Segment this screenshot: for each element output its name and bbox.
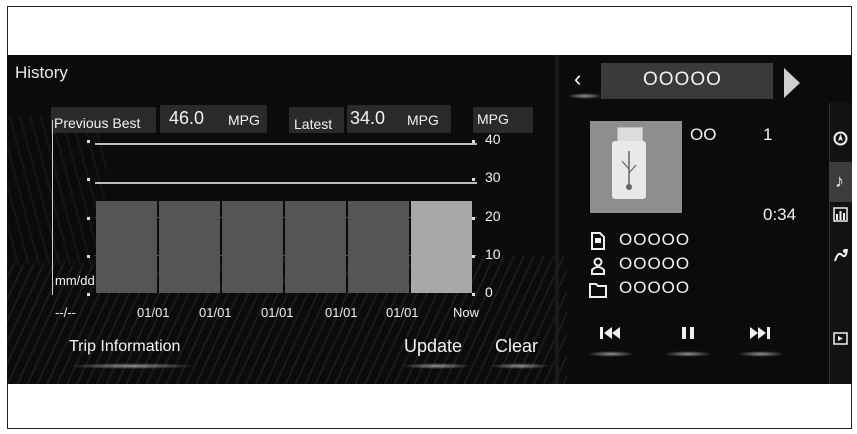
- x-tick-label: 01/01: [325, 305, 358, 320]
- clear-button[interactable]: Clear: [495, 336, 538, 357]
- skip-forward-glow: [737, 351, 785, 357]
- chart-bar: [285, 201, 346, 293]
- chart-bar: [159, 201, 220, 293]
- y-tick-mark-left: [87, 293, 90, 296]
- navigation-icon[interactable]: [833, 131, 848, 151]
- y-tick-mark: [472, 254, 475, 258]
- trip-information-glow: [67, 363, 197, 369]
- y-tick-mark-left: [87, 178, 90, 182]
- song-icon: [590, 232, 606, 255]
- y-tick-label: 30: [485, 169, 501, 186]
- album-name: OOOOO: [619, 278, 691, 297]
- source-title: OOOOO: [643, 69, 722, 90]
- y-axis-unit: MPG: [477, 111, 509, 127]
- song-title: OOOOO: [619, 230, 691, 249]
- artist-icon: [590, 257, 606, 280]
- y-tick-label: 20: [485, 207, 501, 224]
- chart-bar: [96, 201, 157, 293]
- y-tick-mark-left: [87, 254, 90, 258]
- y-tick-label: 40: [485, 131, 501, 147]
- infotainment-screen: History Previous Best 46.0 MPG Latest 34…: [7, 55, 852, 384]
- latest-unit: MPG: [407, 112, 439, 128]
- equalizer-icon[interactable]: [833, 207, 848, 227]
- elapsed-time: 0:34: [763, 205, 797, 224]
- y-tick-label: 0: [485, 284, 493, 300]
- skip-forward-icon[interactable]: [749, 325, 771, 346]
- chevron-right-icon[interactable]: [778, 66, 804, 100]
- x-tick-label: --/--: [55, 305, 76, 320]
- usb-icon: [612, 141, 646, 199]
- folder-icon: [589, 282, 607, 303]
- pause-icon[interactable]: [680, 325, 696, 346]
- x-tick-label: 01/01: [261, 305, 294, 320]
- route-icon[interactable]: [833, 247, 849, 268]
- y-tick-label: 10: [485, 245, 501, 262]
- music-note-icon[interactable]: ♪: [835, 171, 844, 192]
- y-tick-mark: [472, 178, 475, 182]
- screen-icon[interactable]: [833, 332, 848, 350]
- panel-divider: [555, 55, 559, 384]
- skip-back-icon[interactable]: [599, 325, 621, 346]
- latest-value: 34.0: [350, 108, 386, 128]
- trip-information-button[interactable]: Trip Information: [69, 338, 180, 356]
- y-axis-line: [52, 120, 53, 295]
- previous-best-label: Previous Best: [54, 115, 141, 131]
- reference-line: [95, 143, 477, 145]
- track-number: 1: [763, 125, 773, 144]
- update-glow: [402, 363, 472, 369]
- decorative-texture-left: [7, 115, 107, 265]
- x-tick-label: Now: [453, 305, 480, 320]
- x-tick-label: 01/01: [386, 305, 419, 320]
- reference-line: [95, 182, 477, 184]
- y-tick-mark: [472, 216, 475, 220]
- date-format-label: mm/dd: [55, 273, 95, 288]
- clear-glow: [490, 363, 550, 369]
- y-tick-mark: [472, 293, 475, 296]
- latest-label: Latest: [294, 116, 333, 132]
- x-tick-label: 01/01: [137, 305, 170, 320]
- y-tick-mark-left: [87, 216, 90, 220]
- y-tick-mark: [472, 140, 475, 143]
- page-title: History: [15, 63, 68, 82]
- chevron-left-icon[interactable]: ‹: [574, 66, 581, 92]
- update-button[interactable]: Update: [404, 336, 462, 357]
- chart-bar: [411, 201, 472, 293]
- album-art: [590, 121, 682, 213]
- artist-name: OOOOO: [619, 254, 691, 273]
- x-tick-label: 01/01: [199, 305, 232, 320]
- chart-bar: [348, 201, 409, 293]
- skip-back-glow: [587, 351, 635, 357]
- pause-glow: [664, 351, 712, 357]
- y-tick-mark-left: [87, 140, 90, 143]
- chart-bar: [222, 201, 283, 293]
- previous-best-unit: MPG: [228, 112, 260, 128]
- track-code: OO: [690, 125, 717, 144]
- previous-best-value: 46.0: [169, 108, 205, 128]
- prev-source-glow: [567, 93, 603, 99]
